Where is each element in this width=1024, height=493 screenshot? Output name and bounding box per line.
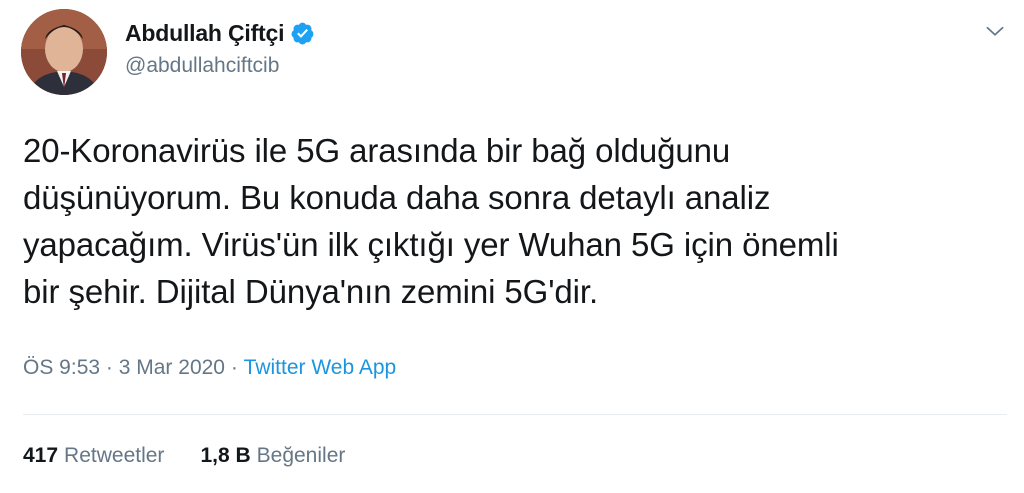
- author-handle[interactable]: @abdullahciftcib: [125, 54, 279, 78]
- divider: [23, 414, 1007, 415]
- tweet-stats: 417 Retweetler 1,8 B Beğeniler: [23, 444, 381, 468]
- retweets-stat[interactable]: 417 Retweetler: [23, 444, 164, 468]
- tweet-time[interactable]: ÖS 9:53: [23, 356, 100, 380]
- likes-label: Beğeniler: [256, 444, 346, 467]
- avatar-photo-icon: [21, 9, 107, 95]
- author-display-name[interactable]: Abdullah Çiftçi: [125, 20, 284, 47]
- tweet-source-link[interactable]: Twitter Web App: [244, 356, 397, 380]
- meta-separator: ·: [105, 356, 113, 379]
- likes-count: 1,8 B: [200, 444, 251, 467]
- retweets-count: 417: [23, 444, 59, 467]
- tweet-meta: ÖS 9:53 · 3 Mar 2020 · Twitter Web App: [23, 356, 396, 380]
- likes-stat[interactable]: 1,8 B Beğeniler: [200, 444, 345, 468]
- tweet-card: Abdullah Çiftçi @abdullahciftcib 20-Koro…: [0, 0, 1024, 493]
- tweet-date[interactable]: 3 Mar 2020: [119, 356, 225, 380]
- verified-badge-icon: [290, 21, 315, 46]
- chevron-down-icon[interactable]: [982, 18, 1008, 44]
- tweet-text: 20-Koronavirüs ile 5G arasında bir bağ o…: [23, 132, 839, 310]
- author-name-row: Abdullah Çiftçi: [125, 18, 315, 48]
- avatar[interactable]: [21, 9, 107, 95]
- meta-separator-2: ·: [230, 356, 238, 379]
- retweets-label: Retweetler: [64, 444, 165, 467]
